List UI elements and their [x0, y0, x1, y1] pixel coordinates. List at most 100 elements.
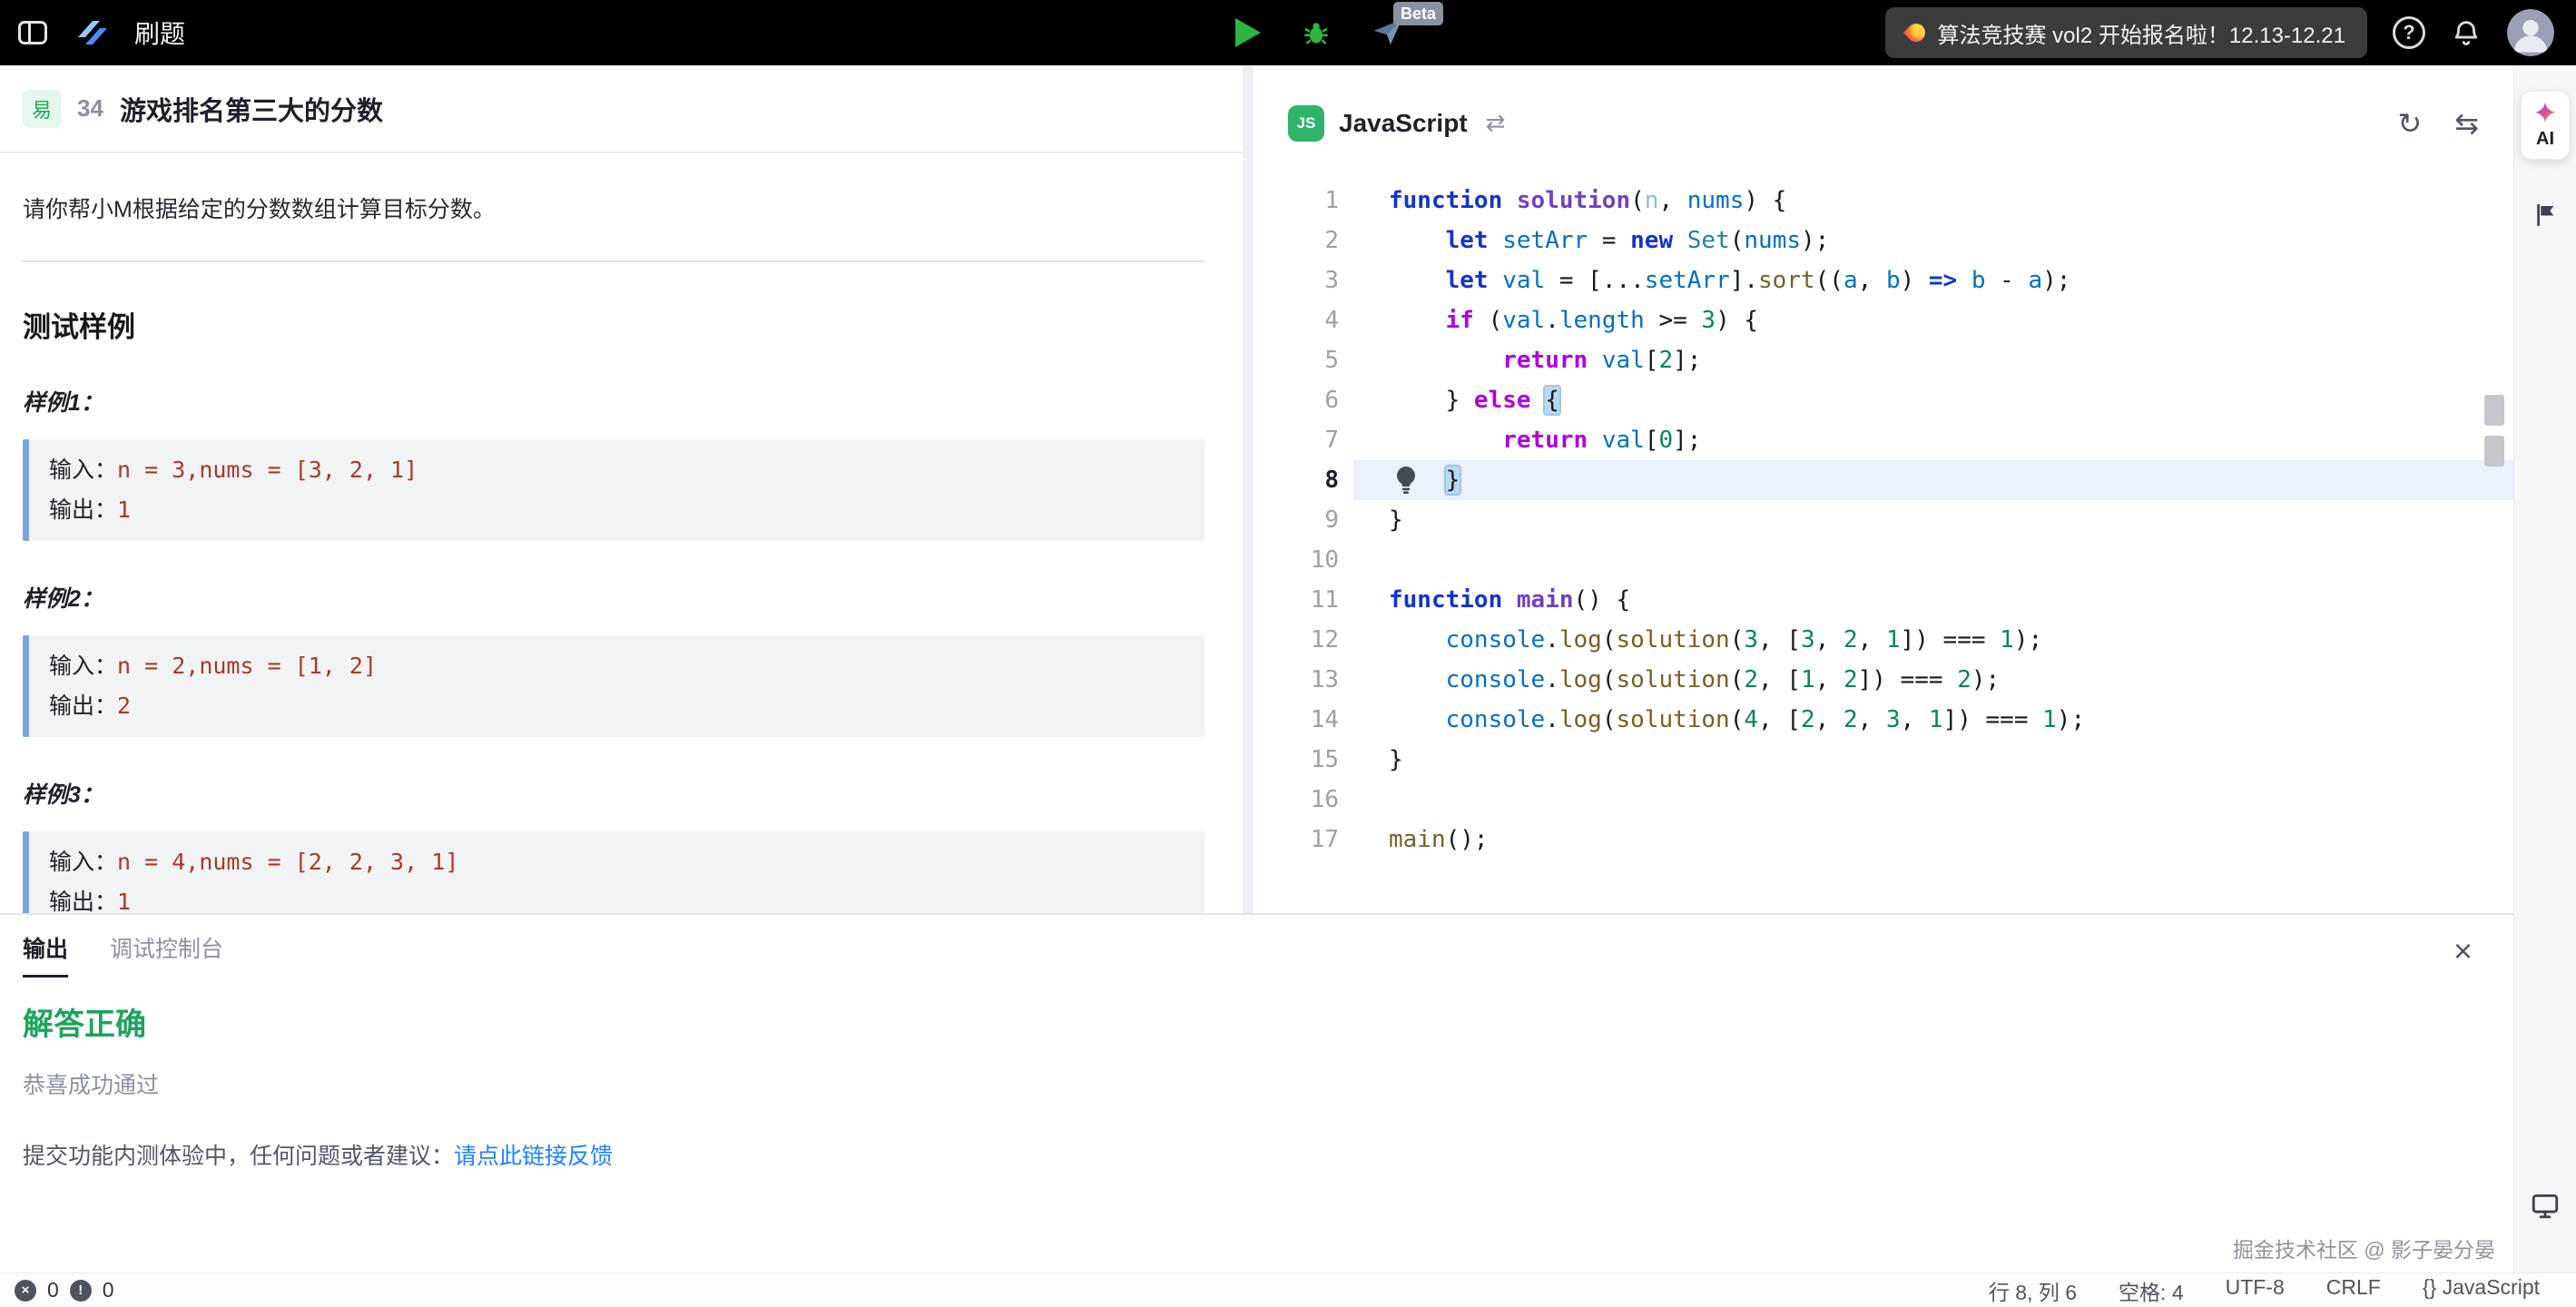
line-number[interactable]: 13 — [1254, 660, 1353, 700]
format-code-icon[interactable]: ⇆ — [2454, 106, 2479, 141]
line-number[interactable]: 12 — [1254, 620, 1353, 660]
run-button[interactable] — [1235, 18, 1261, 47]
sample-output-label: 输出： — [49, 497, 117, 523]
code-text: if (val.length >= 3) { — [1389, 300, 1758, 340]
sidebar-toggle-icon[interactable] — [18, 21, 47, 44]
close-icon[interactable]: × — [2453, 935, 2473, 968]
indent-setting[interactable]: 空格: 4 — [2119, 1275, 2184, 1306]
line-number[interactable]: 17 — [1254, 820, 1353, 860]
code-line[interactable]: 13 console.log(solution(2, [1, 2]) === 2… — [1254, 660, 2513, 700]
code-lines: 1function solution(n, nums) {2 let setAr… — [1254, 181, 2513, 860]
contest-banner[interactable]: 算法竞技赛 vol2 开始报名啦！12.13-12.21 — [1885, 7, 2367, 58]
ai-assistant-button[interactable]: AI — [2521, 91, 2570, 160]
sample-input-value: n = 3,nums = [3, 2, 1] — [117, 457, 418, 483]
warnings-icon: ! — [70, 1280, 92, 1302]
code-text: console.log(solution(4, [2, 2, 3, 1]) ==… — [1389, 700, 2085, 740]
watermark: 掘金技术社区 @ 影子晏分晏 — [2233, 1233, 2495, 1263]
statusbar-right: 行 8, 列 6 空格: 4 UTF-8 CRLF {} JavaScript — [1989, 1275, 2540, 1306]
problem-header: 易 34 游戏排名第三大的分数 — [0, 65, 1243, 153]
line-number[interactable]: 2 — [1254, 221, 1353, 260]
editor-header: JS JavaScript ⇄ ↻ ⇆ — [1254, 65, 2513, 181]
code-line[interactable]: 14 console.log(solution(4, [2, 2, 3, 1])… — [1254, 700, 2513, 740]
line-number[interactable]: 10 — [1254, 540, 1353, 580]
switch-language-icon[interactable]: ⇄ — [1486, 109, 1506, 137]
juejin-logo-icon[interactable] — [73, 17, 109, 48]
language-mode[interactable]: {} JavaScript — [2423, 1275, 2540, 1306]
code-line[interactable]: 1function solution(n, nums) { — [1254, 181, 2513, 221]
editor-pane: JS JavaScript ⇄ ↻ ⇆ 1function solution(n… — [1254, 65, 2513, 913]
pane-divider[interactable] — [1243, 65, 1254, 913]
banner-text: 算法竞技赛 vol2 开始报名啦！12.13-12.21 — [1938, 17, 2345, 49]
code-line[interactable]: 4 if (val.length >= 3) { — [1254, 300, 2513, 340]
divider — [23, 260, 1204, 262]
errors-icon: × — [15, 1280, 36, 1302]
line-number[interactable]: 6 — [1254, 380, 1353, 420]
code-line[interactable]: 12 console.log(solution(3, [3, 2, 1]) ==… — [1254, 620, 2513, 660]
sample-input-label: 输入： — [49, 457, 117, 483]
sample-input-value: n = 4,nums = [2, 2, 3, 1] — [117, 849, 458, 875]
ai-label: AI — [2536, 129, 2554, 150]
code-text: } else { — [1389, 380, 1559, 420]
code-line[interactable]: 11 function main() { — [1254, 580, 2513, 620]
editor-scrollbar[interactable] — [2484, 436, 2504, 467]
code-text: console.log(solution(2, [1, 2]) === 2); — [1389, 660, 2000, 700]
code-line[interactable]: 17main(); — [1254, 820, 2513, 860]
tab-output[interactable]: 输出 — [23, 931, 68, 978]
sample-input-label: 输入： — [49, 654, 117, 679]
sample-label: 样例3： — [23, 777, 1204, 810]
line-number[interactable]: 3 — [1254, 260, 1353, 300]
line-number[interactable]: 7 — [1254, 420, 1353, 460]
reset-code-icon[interactable]: ↻ — [2397, 106, 2422, 141]
output-tabs: 输出 调试控制台 — [23, 915, 2491, 978]
topbar-right: 算法竞技赛 vol2 开始报名啦！12.13-12.21 ? — [1885, 7, 2576, 58]
code-text: return val[0]; — [1389, 420, 1701, 460]
encoding-setting[interactable]: UTF-8 — [2226, 1275, 2285, 1306]
sample-output-label: 输出： — [49, 693, 117, 719]
line-number[interactable]: 15 — [1254, 740, 1353, 780]
line-number[interactable]: 4 — [1254, 300, 1353, 340]
help-icon[interactable]: ? — [2393, 16, 2425, 49]
code-text: function main() { — [1389, 580, 1630, 620]
code-line[interactable]: 15} — [1254, 740, 2513, 780]
line-number[interactable]: 11 — [1254, 580, 1353, 620]
code-line[interactable]: 10 — [1254, 540, 2513, 580]
problem-body: 请你帮小M根据给定的分数数组计算目标分数。 测试样例 样例1： 输入：n = 3… — [0, 153, 1243, 913]
line-number[interactable]: 8 — [1254, 460, 1353, 500]
problems-indicator[interactable]: × 0 ! 0 — [15, 1278, 114, 1302]
code-line[interactable]: 9} — [1254, 500, 2513, 540]
notifications-bell-icon[interactable] — [2451, 17, 2482, 48]
topbar-actions: Beta — [1235, 17, 1404, 48]
editor-actions: ↻ ⇆ — [2397, 106, 2479, 141]
debug-button[interactable] — [1301, 17, 1332, 48]
feedback-link[interactable]: 请点此链接反馈 — [454, 1144, 613, 1169]
user-avatar[interactable] — [2507, 9, 2554, 56]
code-line[interactable]: 6 } else { — [1254, 380, 2513, 420]
panes: 易 34 游戏排名第三大的分数 请你帮小M根据给定的分数数组计算目标分数。 测试… — [0, 65, 2513, 913]
line-number[interactable]: 9 — [1254, 500, 1353, 540]
line-number[interactable]: 14 — [1254, 700, 1353, 740]
device-preview-icon[interactable] — [2530, 1190, 2561, 1225]
code-line[interactable]: 2 let setArr = new Set(nums); — [1254, 221, 2513, 260]
contest-flag-icon[interactable] — [2532, 201, 2559, 233]
cursor-position[interactable]: 行 8, 列 6 — [1989, 1275, 2077, 1306]
code-line[interactable]: 8 } — [1254, 460, 2513, 500]
beta-badge: Beta — [1393, 2, 1443, 25]
sample-output-value: 1 — [117, 496, 131, 523]
lightbulb-icon[interactable] — [1391, 465, 1421, 496]
code-line[interactable]: 16 — [1254, 780, 2513, 820]
tab-debug-console[interactable]: 调试控制台 — [110, 931, 223, 975]
code-editor[interactable]: 1function solution(n, nums) {2 let setAr… — [1254, 181, 2513, 860]
line-number[interactable]: 5 — [1254, 340, 1353, 380]
line-number[interactable]: 1 — [1254, 181, 1353, 221]
code-line[interactable]: 3 let val = [...setArr].sort((a, b) => b… — [1254, 260, 2513, 300]
submit-button[interactable]: Beta — [1372, 18, 1404, 47]
sample-block: 输入：n = 4,nums = [2, 2, 3, 1] 输出：1 — [23, 831, 1204, 913]
language-name: JavaScript — [1339, 109, 1468, 138]
code-line[interactable]: 5 return val[2]; — [1254, 340, 2513, 380]
ai-sparkle-icon — [2533, 101, 2557, 124]
sample-input-value: n = 2,nums = [1, 2] — [117, 653, 377, 679]
eol-setting[interactable]: CRLF — [2326, 1275, 2381, 1306]
line-number[interactable]: 16 — [1254, 780, 1353, 820]
code-line[interactable]: 7 return val[0]; — [1254, 420, 2513, 460]
editor-scrollbar[interactable] — [2484, 395, 2504, 426]
